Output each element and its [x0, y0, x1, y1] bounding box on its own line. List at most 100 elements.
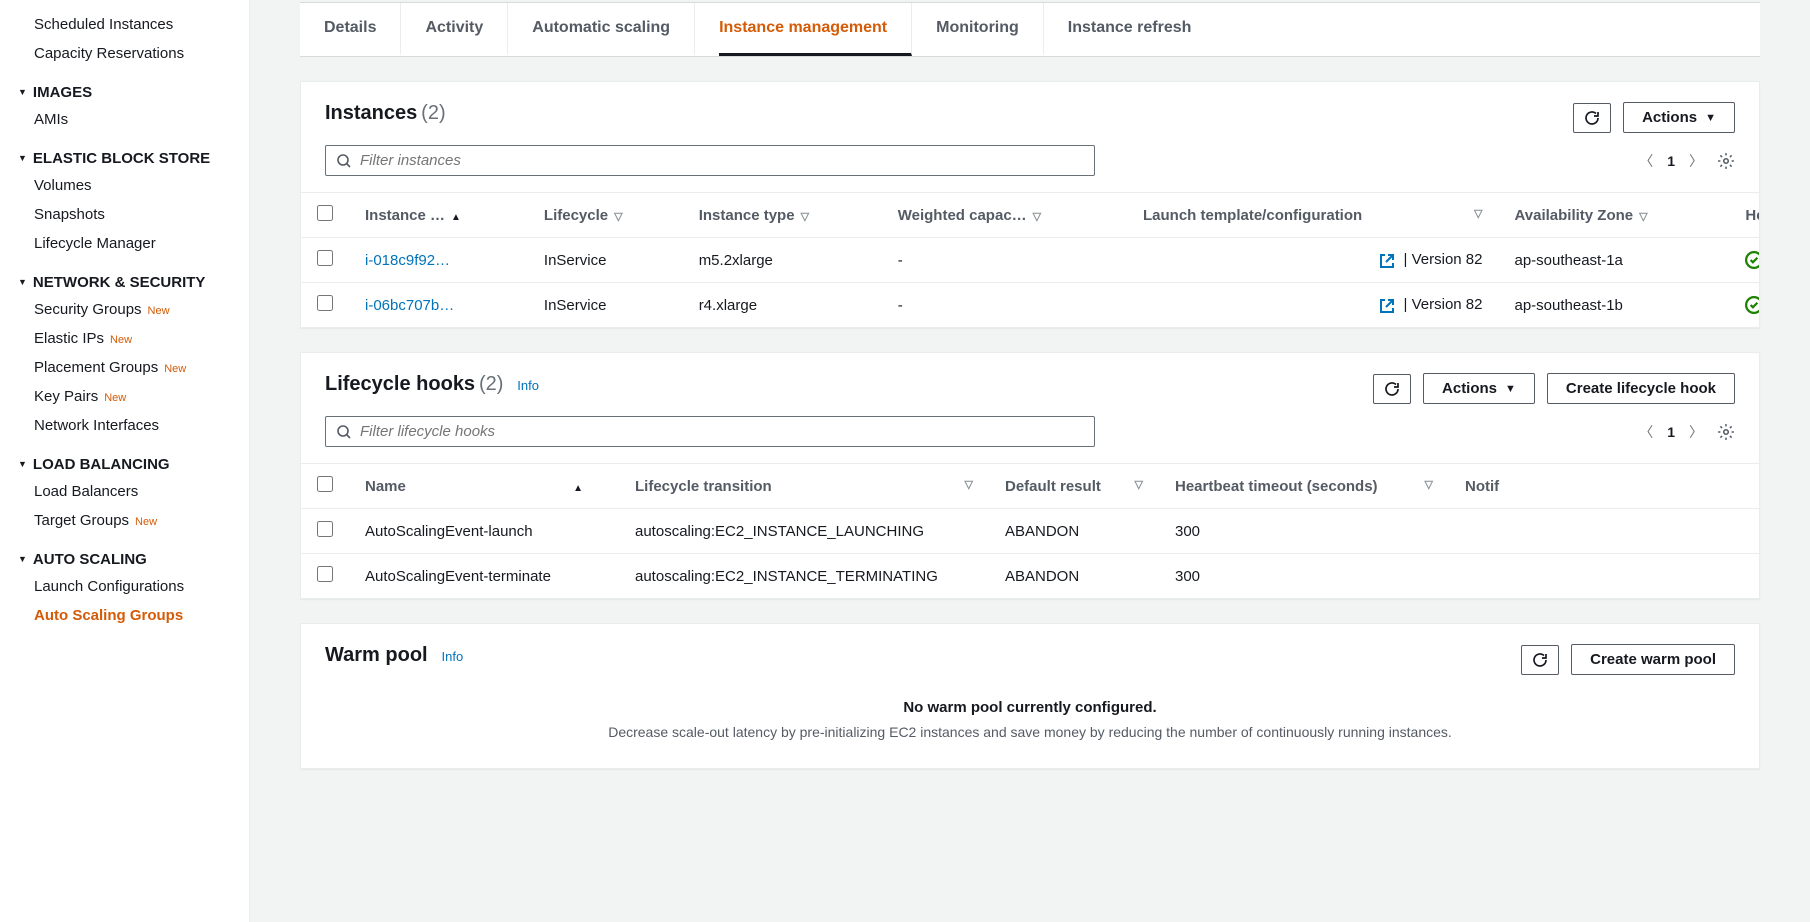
tab[interactable]: Details — [324, 3, 401, 56]
col-transition[interactable]: Lifecycle transition▽ — [619, 464, 989, 509]
col-name[interactable]: Name — [349, 464, 619, 509]
select-all-checkbox[interactable] — [317, 476, 333, 492]
lifecycle-hooks-panel: Lifecycle hooks (2) Info Actions ▼ Creat… — [300, 352, 1760, 599]
caret-down-icon: ▼ — [1705, 112, 1716, 124]
row-checkbox[interactable] — [317, 295, 333, 311]
success-icon — [1745, 251, 1759, 269]
nav-item[interactable]: Target Groups — [0, 506, 249, 535]
hooks-info-link[interactable]: Info — [517, 378, 539, 393]
nav-item[interactable]: AMIs — [0, 105, 249, 134]
hooks-actions-button[interactable]: Actions ▼ — [1423, 373, 1535, 404]
nav-item[interactable]: Auto Scaling Groups — [0, 601, 249, 630]
hooks-count: (2) — [479, 373, 503, 395]
settings-button[interactable] — [1717, 422, 1735, 440]
nav-group[interactable]: IMAGES — [0, 68, 249, 105]
tab[interactable]: Automatic scaling — [532, 3, 695, 56]
instances-title: Instances — [325, 102, 417, 124]
refresh-icon — [1532, 652, 1548, 668]
row-checkbox[interactable] — [317, 521, 333, 537]
external-link-icon — [1379, 298, 1395, 314]
nav-item[interactable]: Lifecycle Manager — [0, 229, 249, 258]
instances-filter[interactable] — [325, 145, 1095, 176]
nav-item[interactable]: Launch Configurations — [0, 572, 249, 601]
col-type[interactable]: Instance type▽ — [683, 193, 882, 238]
pager-page: 1 — [1667, 424, 1675, 440]
nav-item[interactable]: Elastic IPs — [0, 324, 249, 353]
warm-pool-info-link[interactable]: Info — [441, 649, 463, 664]
tab[interactable]: Activity — [425, 3, 508, 56]
warm-refresh-button[interactable] — [1521, 645, 1559, 675]
instances-count: (2) — [421, 102, 445, 124]
create-lifecycle-hook-button[interactable]: Create lifecycle hook — [1547, 373, 1735, 404]
nav-item[interactable]: Snapshots — [0, 200, 249, 229]
instances-pager: 〈 1 〉 — [1639, 151, 1735, 171]
settings-button[interactable] — [1717, 151, 1735, 169]
hooks-filter[interactable] — [325, 416, 1095, 447]
cell-weighted: - — [882, 283, 1127, 328]
row-checkbox[interactable] — [317, 566, 333, 582]
nav-group[interactable]: ELASTIC BLOCK STORE — [0, 134, 249, 171]
cell-lifecycle: InService — [528, 283, 683, 328]
select-all-checkbox[interactable] — [317, 205, 333, 221]
tab[interactable]: Monitoring — [936, 3, 1044, 56]
col-weighted[interactable]: Weighted capac…▽ — [882, 193, 1127, 238]
cell-heartbeat: 300 — [1159, 554, 1449, 599]
instances-panel: Instances (2) Actions ▼ — [300, 81, 1760, 328]
hooks-filter-input[interactable] — [360, 423, 1084, 440]
pager-prev-icon[interactable]: 〈 — [1639, 422, 1653, 442]
col-result[interactable]: Default result▽ — [989, 464, 1159, 509]
tab[interactable]: Instance management — [719, 3, 912, 56]
col-notif[interactable]: Notif — [1449, 464, 1759, 509]
nav-item[interactable]: Network Interfaces — [0, 411, 249, 440]
cell-transition: autoscaling:EC2_INSTANCE_TERMINATING — [619, 554, 989, 599]
cell-name: AutoScalingEvent-terminate — [349, 554, 619, 599]
pager-page: 1 — [1667, 153, 1675, 169]
instances-filter-input[interactable] — [360, 152, 1084, 169]
nav-item[interactable]: Volumes — [0, 171, 249, 200]
gear-icon — [1717, 423, 1735, 441]
detail-tabs: Details Activity Automatic scaling Instance… — [300, 2, 1760, 57]
instances-table: Instance … Lifecycle▽ Instance type▽ Wei… — [301, 192, 1759, 327]
actions-label: Actions — [1642, 109, 1697, 126]
col-instance[interactable]: Instance … — [349, 193, 528, 238]
main-content: Details Activity Automatic scaling Instance… — [250, 0, 1810, 922]
instance-id-link[interactable]: i-06bc707b… — [365, 297, 454, 314]
hooks-refresh-button[interactable] — [1373, 374, 1411, 404]
nav-item[interactable]: Key Pairs — [0, 382, 249, 411]
instance-id-link[interactable]: i-018c9f92… — [365, 252, 450, 269]
nav-group[interactable]: NETWORK & SECURITY — [0, 258, 249, 295]
warm-pool-title: Warm pool — [325, 644, 428, 666]
refresh-button[interactable] — [1573, 103, 1611, 133]
nav-item[interactable]: Capacity Reservations — [0, 39, 249, 68]
nav-item[interactable]: Load Balancers — [0, 477, 249, 506]
col-heartbeat[interactable]: Heartbeat timeout (seconds)▽ — [1159, 464, 1449, 509]
col-lifecycle[interactable]: Lifecycle▽ — [528, 193, 683, 238]
nav-group[interactable]: AUTO SCALING — [0, 535, 249, 572]
hooks-table: Name Lifecycle transition▽ Default resul… — [301, 463, 1759, 598]
nav-group[interactable]: LOAD BALANCING — [0, 440, 249, 477]
cell-transition: autoscaling:EC2_INSTANCE_LAUNCHING — [619, 509, 989, 554]
nav-item[interactable]: Scheduled Instances — [0, 10, 249, 39]
row-checkbox[interactable] — [317, 250, 333, 266]
cell-health — [1729, 238, 1759, 283]
cell-name: AutoScalingEvent-launch — [349, 509, 619, 554]
cell-weighted: - — [882, 238, 1127, 283]
cell-launch: | Version 82 — [1127, 283, 1498, 328]
external-link-icon — [1379, 253, 1395, 269]
actions-label: Actions — [1442, 380, 1497, 397]
instances-actions-button[interactable]: Actions ▼ — [1623, 102, 1735, 133]
nav-item[interactable]: Placement Groups — [0, 353, 249, 382]
cell-az: ap-southeast-1a — [1498, 238, 1729, 283]
create-warm-pool-button[interactable]: Create warm pool — [1571, 644, 1735, 675]
col-health[interactable]: He — [1729, 193, 1759, 238]
pager-prev-icon[interactable]: 〈 — [1639, 151, 1653, 171]
cell-result: ABANDON — [989, 554, 1159, 599]
pager-next-icon[interactable]: 〉 — [1689, 422, 1703, 442]
tab[interactable]: Instance refresh — [1068, 3, 1192, 56]
col-az[interactable]: Availability Zone▽ — [1498, 193, 1729, 238]
table-row: AutoScalingEvent-terminateautoscaling:EC… — [301, 554, 1759, 599]
nav-item[interactable]: Security Groups — [0, 295, 249, 324]
cell-lifecycle: InService — [528, 238, 683, 283]
pager-next-icon[interactable]: 〉 — [1689, 151, 1703, 171]
col-launch[interactable]: Launch template/configuration▽ — [1127, 193, 1498, 238]
